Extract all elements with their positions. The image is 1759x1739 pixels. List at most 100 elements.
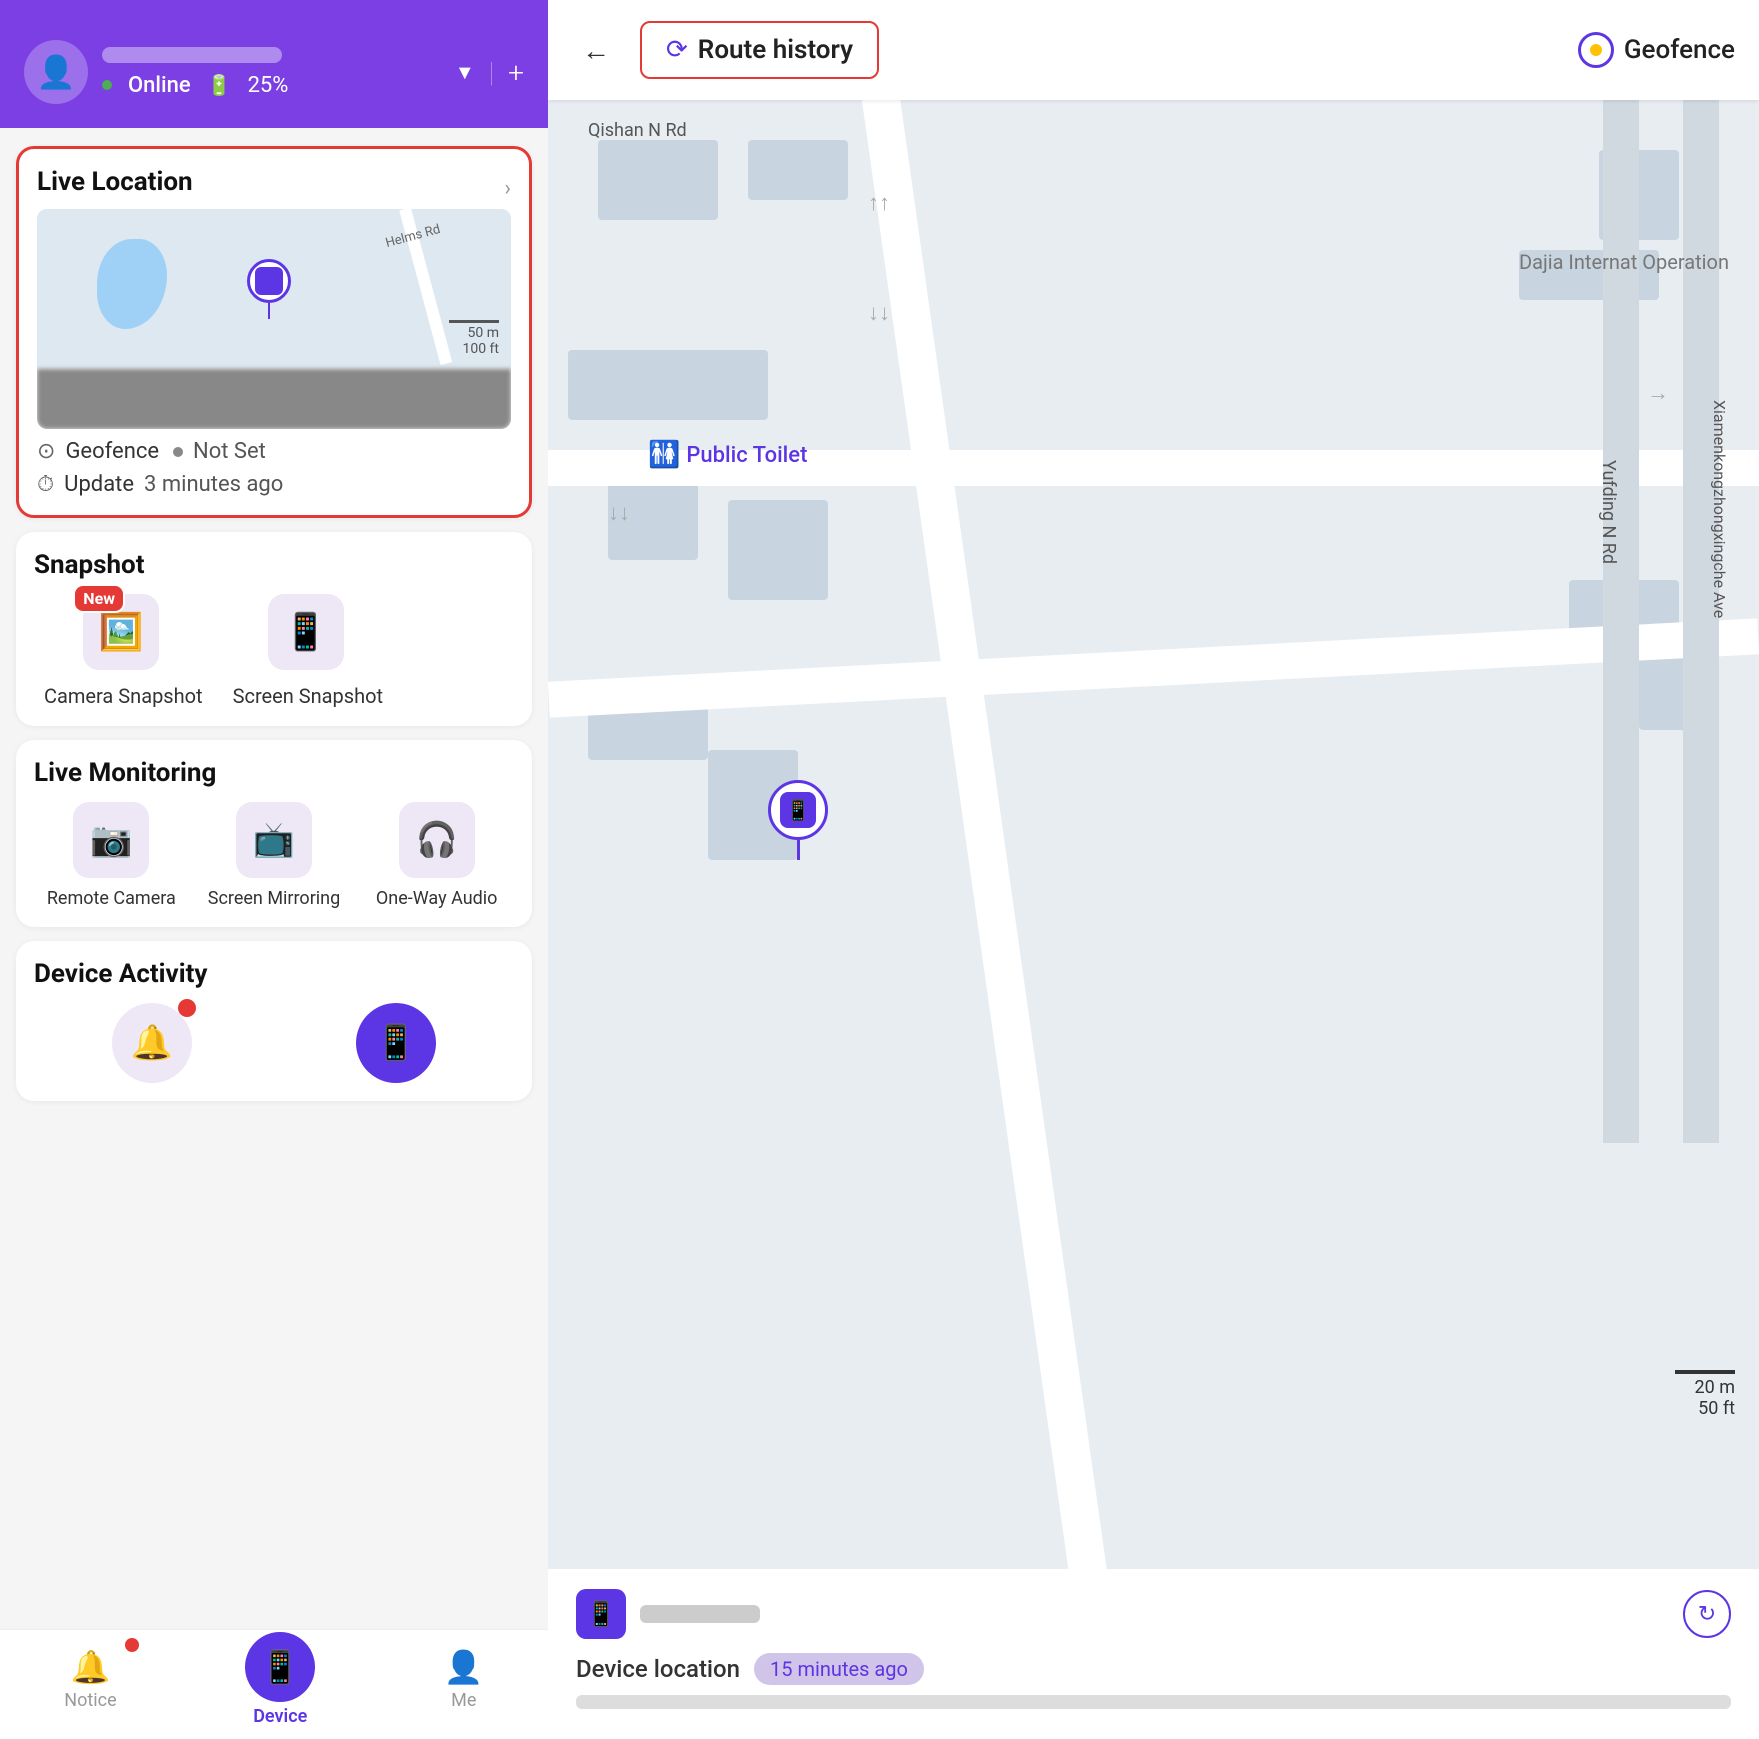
activity-icon-wrap-1: 🔔 <box>112 1003 192 1083</box>
building-label: Dajia Internat Operation <box>1519 250 1729 274</box>
activity-icon-2: 📱 <box>356 1003 436 1083</box>
screen-snapshot-icon-wrap: 📱 <box>268 594 348 674</box>
route-history-button[interactable]: ⟳ Route history <box>640 21 879 79</box>
geofence-target-icon <box>1578 32 1614 68</box>
app-header: 👤 Online 🔋 25% ▼ | + <box>0 0 548 128</box>
nav-device[interactable]: 📱 Device <box>225 1624 335 1735</box>
device-map-pin <box>247 259 291 319</box>
geofence-button[interactable]: Geofence <box>1578 32 1735 68</box>
scale-50ft: 50 ft <box>1698 1398 1735 1419</box>
geofence-dot <box>1590 44 1602 56</box>
online-label: Online <box>128 73 191 98</box>
map-background: Helms Rd 50 m 100 ft <box>37 209 511 369</box>
geofence-map-label: Geofence <box>1624 35 1735 65</box>
geofence-status: Not Set <box>193 439 266 464</box>
building-5 <box>568 350 768 420</box>
nav-notice[interactable]: 🔔 Notice <box>44 1640 136 1719</box>
live-location-card[interactable]: Live Location › Helms Rd <box>16 146 532 518</box>
nav-arrow-2: ↓↓ <box>868 300 890 326</box>
map-scale-full: 20 m 50 ft <box>1675 1370 1735 1419</box>
device-activity-card: Device Activity 🔔 📱 <box>16 941 532 1101</box>
route-history-label: Route history <box>698 35 853 65</box>
screen-mirroring-item[interactable]: 📺 Screen Mirroring <box>203 802 346 909</box>
back-button[interactable]: ← <box>572 26 620 74</box>
live-location-map[interactable]: Helms Rd 50 m 100 ft <box>37 209 511 429</box>
building-7 <box>728 500 828 600</box>
location-meta: ⊙ Geofence Not Set ⏱ Update 3 minutes ag… <box>37 439 511 497</box>
route-history-icon: ⟳ <box>666 35 688 65</box>
battery-icon: 🔋 <box>207 73 232 97</box>
activity-icon-1: 🔔 <box>112 1003 192 1083</box>
road-name-yufding: Yufding N Rd <box>1598 460 1619 564</box>
device-pin-inner: 📱 <box>780 792 816 828</box>
device-label: Device <box>253 1706 307 1727</box>
map-full-bg: Qishan N Rd Yufding N Rd Xiamenkongzhong… <box>548 0 1759 1739</box>
bottom-nav: 🔔 Notice 📱 Device 👤 Me <box>0 1629 548 1739</box>
map-scale: 50 m 100 ft <box>449 320 499 357</box>
remote-camera-icon: 📷 <box>73 802 149 878</box>
username-blur <box>102 47 282 63</box>
toilet-pin-icon: 🚻 <box>648 440 680 470</box>
location-blob <box>97 239 167 329</box>
dropdown-button[interactable]: ▼ <box>455 60 475 85</box>
refresh-button[interactable]: ↻ <box>1683 1590 1731 1638</box>
content-scroll: Live Location › Helms Rd <box>0 128 548 1629</box>
nav-arrow-3: ↓↓ <box>608 500 630 526</box>
screen-snapshot-label: Screen Snapshot <box>233 684 383 708</box>
device-location-label: Device location <box>576 1655 740 1683</box>
one-way-audio-icon: 🎧 <box>399 802 475 878</box>
screen-snapshot-item[interactable]: 📱 Screen Snapshot <box>233 594 383 708</box>
activity-item-2[interactable]: 📱 <box>284 1003 508 1083</box>
snapshot-grid: 🖼️ New Camera Snapshot 📱 Screen Snapshot <box>34 594 514 708</box>
notification-dot <box>178 999 196 1017</box>
nav-arrow-1: ↑↑ <box>868 190 890 216</box>
monitor-grid: 📷 Remote Camera 📺 Screen Mirroring 🎧 One… <box>34 802 514 909</box>
time-ago-badge: 15 minutes ago <box>754 1653 924 1685</box>
header-status: Online 🔋 25% <box>102 73 441 98</box>
header-info: Online 🔋 25% <box>102 47 441 98</box>
live-monitoring-title: Live Monitoring <box>34 758 216 788</box>
map-address-strip <box>37 369 511 429</box>
snapshot-card: Snapshot 🖼️ New Camera Snapshot 📱 Screen… <box>16 532 532 726</box>
device-pin-map[interactable]: 📱 <box>768 780 828 860</box>
device-info-row: 📱 ↻ <box>576 1589 1731 1639</box>
live-monitoring-card: Live Monitoring 📷 Remote Camera 📺 Screen… <box>16 740 532 927</box>
device-active-icon: 📱 <box>245 1632 315 1702</box>
add-device-button[interactable]: + <box>508 56 524 89</box>
header-divider: | <box>489 56 495 89</box>
screen-mirroring-label: Screen Mirroring <box>208 888 340 909</box>
pin-circle <box>247 259 291 303</box>
one-way-audio-item[interactable]: 🎧 One-Way Audio <box>365 802 508 909</box>
live-location-title: Live Location <box>37 167 193 197</box>
me-label: Me <box>451 1690 476 1711</box>
device-icon-small: 📱 <box>576 1589 626 1639</box>
update-label: Update <box>64 472 134 497</box>
map-bottom-info: 📱 ↻ Device location 15 minutes ago <box>548 1569 1759 1739</box>
scale-20m: 20 m <box>1695 1377 1735 1398</box>
me-icon: 👤 <box>444 1648 484 1686</box>
right-map-panel: Qishan N Rd Yufding N Rd Xiamenkongzhong… <box>548 0 1759 1739</box>
avatar[interactable]: 👤 <box>24 40 88 104</box>
geofence-status-dot <box>173 447 183 457</box>
building-2 <box>748 140 848 200</box>
activity-grid: 🔔 📱 <box>34 1003 514 1083</box>
nav-me[interactable]: 👤 Me <box>424 1640 504 1719</box>
camera-snapshot-item[interactable]: 🖼️ New Camera Snapshot <box>44 594 203 708</box>
map-topbar: ← ⟳ Route history Geofence <box>548 0 1759 100</box>
device-activity-title: Device Activity <box>34 959 208 989</box>
device-pin-circle: 📱 <box>768 780 828 840</box>
activity-item-1[interactable]: 🔔 <box>40 1003 264 1083</box>
notice-icon: 🔔 <box>71 1648 111 1686</box>
scale-bar-full <box>1675 1370 1735 1374</box>
snapshot-title: Snapshot <box>34 550 145 580</box>
remote-camera-item[interactable]: 📷 Remote Camera <box>40 802 183 909</box>
geofence-row: ⊙ Geofence Not Set <box>37 439 511 464</box>
remote-camera-label: Remote Camera <box>47 888 176 909</box>
map-road-horizontal-2 <box>548 618 1759 717</box>
public-toilet-poi: 🚻 Public Toilet <box>648 440 807 470</box>
update-row: ⏱ Update 3 minutes ago <box>37 472 511 497</box>
map-road-vertical-1 <box>848 0 1128 1725</box>
road-name-qishan: Qishan N Rd <box>588 120 687 141</box>
new-badge: New <box>73 584 125 613</box>
live-location-chevron[interactable]: › <box>504 176 511 201</box>
